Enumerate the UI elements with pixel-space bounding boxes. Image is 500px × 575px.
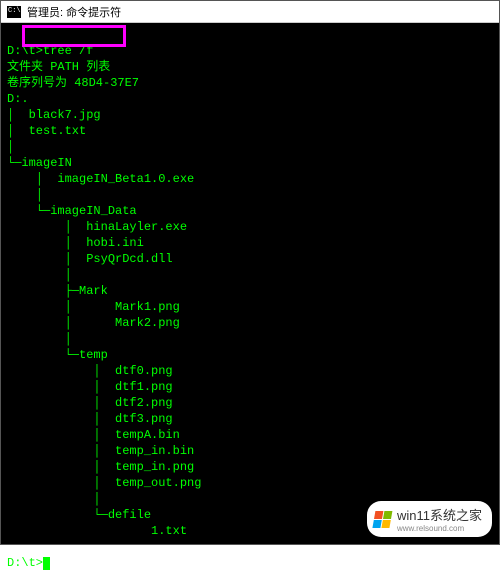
windows-logo-icon [371,510,392,528]
tree-line: │ temp_in.bin [7,444,194,458]
prompt-line: D:\t>tree /f [7,44,93,58]
output-line: D:. [7,92,29,106]
tree-line: │ tempA.bin [7,428,180,442]
tree-line: │ Mark2.png [7,316,180,330]
tree-line: │ dtf2.png [7,396,173,410]
tree-line: │ black7.jpg [7,108,101,122]
tree-line: │ imageIN_Beta1.0.exe [7,172,194,186]
titlebar-text: 管理员: 命令提示符 [27,4,121,20]
terminal-output[interactable]: D:\t>tree /f 文件夹 PATH 列表 卷序列号为 48D4-37E7… [1,23,499,575]
tree-line: │ test.txt [7,124,86,138]
watermark-text: win11系统之家 www.relsound.com [397,505,482,533]
tree-dir: └─defile [7,508,151,522]
tree-line: │ hobi.ini [7,236,144,250]
tree-line: │ [7,188,43,202]
output-line: 文件夹 PATH 列表 [7,60,110,74]
tree-dir: └─imageIN [7,156,72,170]
cursor [43,557,50,570]
tree-dir: └─temp [7,348,108,362]
prompt-line: D:\t> [7,556,43,570]
output-line: 卷序列号为 48D4-37E7 [7,76,139,90]
tree-dir: └─imageIN_Data [7,204,137,218]
titlebar[interactable]: 管理员: 命令提示符 [1,1,499,23]
watermark: win11系统之家 www.relsound.com [367,501,492,537]
tree-line: │ dtf1.png [7,380,173,394]
tree-dir: ├─Mark [7,284,108,298]
tree-line: │ [7,268,72,282]
cmd-window: 管理员: 命令提示符 D:\t>tree /f 文件夹 PATH 列表 卷序列号… [0,0,500,545]
tree-line: │ PsyQrDcd.dll [7,252,173,266]
tree-line: 1.txt [7,524,187,538]
tree-line: │ [7,140,14,154]
tree-line: │ dtf0.png [7,364,173,378]
tree-line: │ temp_in.png [7,460,194,474]
tree-line: │ [7,492,101,506]
tree-line: │ dtf3.png [7,412,173,426]
cmd-icon [7,6,21,18]
tree-line: │ hinaLayler.exe [7,220,187,234]
tree-line: │ [7,332,72,346]
tree-line: │ Mark1.png [7,300,180,314]
tree-line: │ temp_out.png [7,476,201,490]
